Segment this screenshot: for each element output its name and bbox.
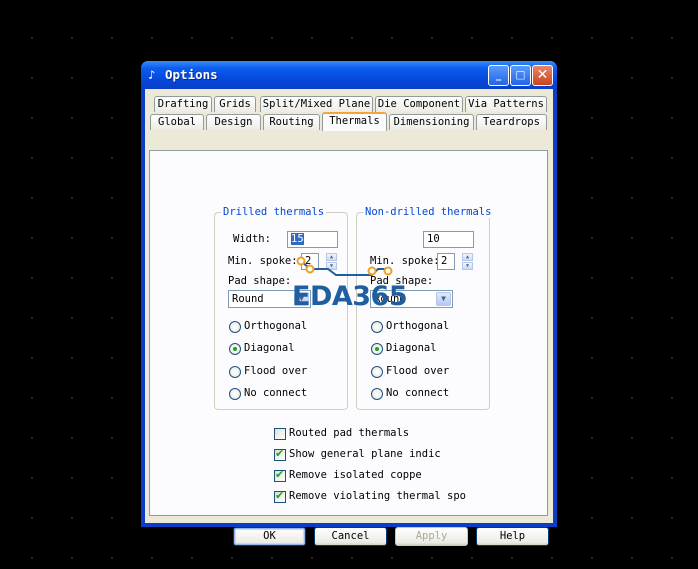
tab-thermals[interactable]: Thermals <box>322 112 387 131</box>
close-icon: ✕ <box>536 67 549 83</box>
nondrilled-spoke-stepper[interactable]: ▲ ▼ <box>462 253 473 270</box>
drilled-min-spoke-label: Min. spoke: <box>228 255 298 267</box>
nondrilled-flood-over-label: Flood over <box>386 365 450 377</box>
remove-violating-spokes-label: Remove violating thermal spo <box>289 490 467 502</box>
nondrilled-orthogonal-label: Orthogonal <box>386 320 450 332</box>
window-title: Options <box>165 67 218 82</box>
chevron-down-icon[interactable]: ▼ <box>436 292 451 306</box>
remove-isolated-copper-checkbox[interactable] <box>274 468 286 482</box>
drilled-width-label: Width: <box>233 233 271 245</box>
tab-global[interactable]: Global <box>150 114 204 130</box>
nondrilled-radio-flood-over[interactable] <box>371 366 383 378</box>
eda365-watermark: EDA365 <box>292 281 408 312</box>
tab-teardrops[interactable]: Teardrops <box>476 114 547 130</box>
nondrilled-no-connect-label: No connect <box>386 387 450 399</box>
routed-pad-thermals-label: Routed pad thermals <box>289 427 410 439</box>
nondrilled-radio-no-connect[interactable] <box>371 388 383 400</box>
routed-pad-thermals-checkbox[interactable] <box>274 428 286 440</box>
tab-split-mixed-plane[interactable]: Split/Mixed Plane <box>260 96 373 112</box>
ok-button[interactable]: OK <box>233 527 306 546</box>
drilled-radio-orthogonal[interactable] <box>229 321 241 333</box>
spin-down-icon[interactable]: ▼ <box>462 262 473 270</box>
spin-up-icon[interactable]: ▲ <box>462 253 473 261</box>
tab-design[interactable]: Design <box>206 114 261 130</box>
drilled-width-input[interactable]: 15 <box>287 231 338 248</box>
nondrilled-thermals-legend: Non-drilled thermals <box>363 206 494 218</box>
remove-isolated-copper-label: Remove isolated coppe <box>289 469 422 481</box>
thermals-panel: Drilled thermals Width: 15 Min. spoke: 2… <box>149 150 548 516</box>
tab-drafting[interactable]: Drafting <box>154 96 212 112</box>
tab-routing[interactable]: Routing <box>263 114 320 130</box>
drilled-radio-diagonal[interactable] <box>229 343 241 355</box>
tab-dimensioning[interactable]: Dimensioning <box>389 114 474 130</box>
nondrilled-radio-orthogonal[interactable] <box>371 321 383 333</box>
show-plane-indicators-checkbox[interactable] <box>274 447 286 461</box>
drilled-thermals-legend: Drilled thermals <box>221 206 327 218</box>
drilled-diagonal-label: Diagonal <box>244 342 295 354</box>
drilled-pad-shape-label: Pad shape: <box>228 275 292 287</box>
drilled-orthogonal-label: Orthogonal <box>244 320 308 332</box>
maximize-button[interactable]: □ <box>510 65 531 86</box>
tab-grids[interactable]: Grids <box>214 96 256 112</box>
drilled-no-connect-label: No connect <box>244 387 308 399</box>
close-button[interactable]: ✕ <box>532 65 553 86</box>
nondrilled-radio-diagonal[interactable] <box>371 343 383 355</box>
drilled-radio-no-connect[interactable] <box>229 388 241 400</box>
nondrilled-diagonal-label: Diagonal <box>386 342 437 354</box>
title-bar[interactable]: ♪ Options _ □ ✕ <box>141 61 557 89</box>
drilled-flood-over-label: Flood over <box>244 365 308 377</box>
remove-violating-spokes-checkbox[interactable] <box>274 489 286 503</box>
help-button[interactable]: Help <box>476 527 549 546</box>
apply-button[interactable]: Apply <box>395 527 468 546</box>
drilled-pad-shape-value: Round <box>232 293 264 305</box>
maximize-icon: □ <box>515 69 526 81</box>
cancel-button[interactable]: Cancel <box>314 527 387 546</box>
nondrilled-min-spoke-input[interactable]: 2 <box>437 253 455 270</box>
tab-via-patterns[interactable]: Via Patterns <box>465 96 547 112</box>
minimize-button[interactable]: _ <box>488 65 509 86</box>
minimize-icon: _ <box>495 69 502 81</box>
drilled-radio-flood-over[interactable] <box>229 366 241 378</box>
show-plane-indicators-label: Show general plane indic <box>289 448 441 460</box>
options-app-icon: ♪ <box>148 68 156 82</box>
tab-die-component[interactable]: Die Component <box>375 96 463 112</box>
nondrilled-width-input[interactable]: 10 <box>423 231 474 248</box>
